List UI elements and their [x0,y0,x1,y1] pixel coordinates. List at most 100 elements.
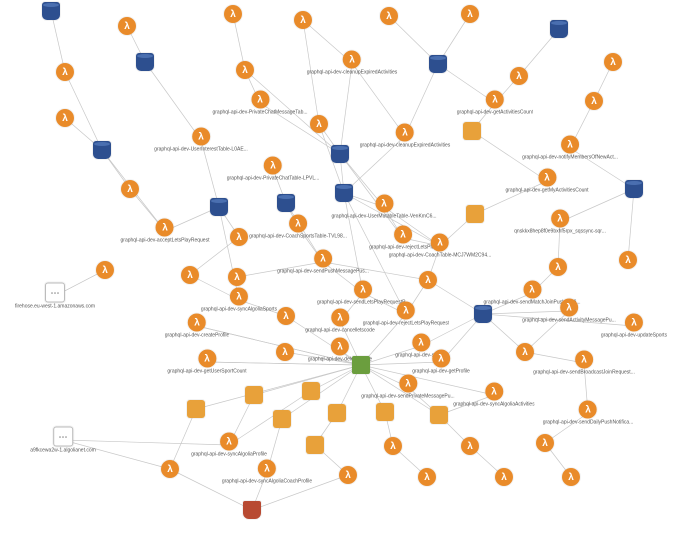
node-label: graphql-api-dev-acceptLetsPlayRequest [121,238,210,244]
lambda-icon: λ [96,261,114,279]
svc-icon [306,436,324,454]
node-svc[interactable] [430,406,448,424]
node-lambda[interactable]: λ [339,466,357,484]
node-lambda[interactable]: λ [604,53,622,71]
node-lambda[interactable]: λ [96,261,114,279]
node-lambda[interactable]: λgraphql-api-dev-getUserSportCount [167,350,246,375]
node-svc[interactable] [376,403,394,421]
node-lambda[interactable]: λ [277,307,295,325]
node-lambda[interactable]: λgraphql-api-dev-notifyMembersOfNewAct..… [522,136,618,161]
node-lambda[interactable]: λgraphql-api-dev-CoachSportsTable-TVL98.… [249,215,347,240]
node-lambda[interactable]: λgraphql-api-dev-sendPrivateMessagePu... [361,375,454,400]
node-lambda[interactable]: λgraphql-api-dev-syncAlgoliaSports [201,288,277,313]
node-lambda[interactable]: λgraphql-api-dev-cleanupExpiredActivitie… [307,51,398,76]
edge [340,63,352,154]
node-lambda[interactable]: λgraphql-api-dev-sendBroadcastJoinReques… [533,351,635,376]
node-lambda[interactable]: λ [510,67,528,85]
node-lambda[interactable]: λ [121,180,139,198]
node-lambda[interactable]: λgraphql-api-dev-rejectLetsPlayRequest [363,302,449,327]
lambda-icon: λ [625,314,643,332]
node-svc[interactable] [328,404,346,422]
lambda-icon: λ [118,17,136,35]
node-lambda[interactable]: λgraphql-api-dev-UserInterestTable-L0AE.… [154,128,248,153]
node-lambda[interactable]: λ [418,468,436,486]
node-lambda[interactable]: λ [384,437,402,455]
node-lambda[interactable]: λgraphql-api-dev-cleanupExpiredActivitie… [360,124,451,149]
node-db[interactable] [474,305,492,323]
node-lambda[interactable]: λqnskkx8hep8f0e9bxhf5rpx_sqssync-sqr... [514,210,606,235]
node-lambda[interactable]: λ [495,468,513,486]
node-db[interactable] [550,20,568,38]
node-lambda[interactable]: λgraphql-api-dev-PrivateChatTable-LPVL..… [227,157,320,182]
node-ext[interactable]: ⋯firehose.eu-west-1.amazonaws.com [15,283,95,310]
node-lambda[interactable]: λgraphql-api-dev-sendDailyPushNotifica..… [543,401,634,426]
node-lambda[interactable]: λ [549,258,567,276]
node-lambda[interactable]: λ [228,268,246,286]
node-lambda[interactable]: λgraphql-api-dev-getActivitiesCount [457,91,533,116]
db-icon [210,198,228,216]
node-lambda[interactable]: λ [118,17,136,35]
node-lambda[interactable]: λgraphql-api-dev-syncAlgoliaProfile [191,433,267,458]
node-lambda[interactable]: λgraphql-api-dev-PrivateChatMessageTab..… [212,91,307,116]
node-lambda[interactable]: λ [380,7,398,25]
node-label: graphql-api-dev-sendBroadcastJoinRequest… [533,370,635,376]
lambda-icon: λ [461,437,479,455]
node-lambda[interactable]: λgraphql-api-dev-sendPushMessagePus... [277,250,369,275]
node-db[interactable] [429,55,447,73]
node-lambda[interactable]: λ [536,434,554,452]
node-lambda[interactable]: λgraphql-api-dev-syncAlgoliaActivities [453,383,534,408]
node-lambda[interactable]: λ [619,251,637,269]
node-db[interactable] [42,2,60,20]
node-lambda[interactable]: λ [276,343,294,361]
node-db[interactable] [331,145,349,163]
node-svc[interactable] [302,382,320,400]
node-db[interactable] [210,198,228,216]
node-lambda[interactable]: λ [161,460,179,478]
node-lambda[interactable]: λgraphql-api-dev-acceptLetsPlayRequest [121,219,210,244]
lambda-icon: λ [121,180,139,198]
node-svc[interactable] [187,400,205,418]
node-db[interactable] [277,194,295,212]
node-label: graphql-api-dev-UserMutableTable-VenKmC6… [331,214,436,220]
node-lambda[interactable]: λ [181,266,199,284]
node-label: graphql-api-dev-getActivitiesCount [457,110,533,116]
node-svc[interactable] [463,122,481,140]
node-lambda[interactable]: λgraphql-api-dev-getMyActivitiesCount [505,169,588,194]
node-lambda[interactable]: λgraphql-api-dev-getProfile [412,350,470,375]
node-lambda[interactable]: λgraphql-api-dev-createProfile [165,314,229,339]
lambda-icon: λ [384,437,402,455]
ext-icon: ⋯ [53,427,73,447]
lambda-icon: λ [375,195,393,213]
node-lambda[interactable]: λ [516,343,534,361]
node-lambda[interactable]: λ [461,5,479,23]
node-lambda[interactable]: λ [56,109,74,127]
node-lambda[interactable]: λ [294,11,312,29]
node-lambda[interactable]: λgraphql-api-dev-CoachTable-MCJ7WM2C94..… [389,234,492,259]
node-svc[interactable] [245,386,263,404]
node-lambda[interactable]: λ [562,468,580,486]
lambda-icon: λ [224,5,242,23]
node-lambda[interactable]: λ [461,437,479,455]
node-lambda[interactable]: λgraphql-api-dev-updateSports [601,314,667,339]
node-db[interactable] [136,53,154,71]
node-db[interactable] [625,180,643,198]
node-svc[interactable] [466,205,484,223]
node-lambda[interactable]: λ [310,115,328,133]
node-lambda[interactable]: λgraphql-api-dev-syncAlgoliaCoachProfile [222,460,312,485]
node-lambda[interactable]: λ [585,92,603,110]
node-svc[interactable] [273,410,291,428]
db-icon [93,141,111,159]
node-lambda[interactable]: λgraphql-api-dev-UserMutableTable-VenKmC… [331,195,436,220]
node-bucket[interactable] [243,501,261,519]
node-lambda[interactable]: λ [236,61,254,79]
node-misc[interactable] [352,356,370,374]
node-lambda[interactable]: λ [230,228,248,246]
node-ext[interactable]: ⋯a9fkcewa2w-1.algolianet.com [30,427,96,454]
lambda-icon: λ [516,343,534,361]
node-lambda[interactable]: λ [419,271,437,289]
node-db[interactable] [93,141,111,159]
node-lambda[interactable]: λ [56,63,74,81]
node-lambda[interactable]: λ [224,5,242,23]
node-svc[interactable] [306,436,324,454]
edge [219,207,239,300]
